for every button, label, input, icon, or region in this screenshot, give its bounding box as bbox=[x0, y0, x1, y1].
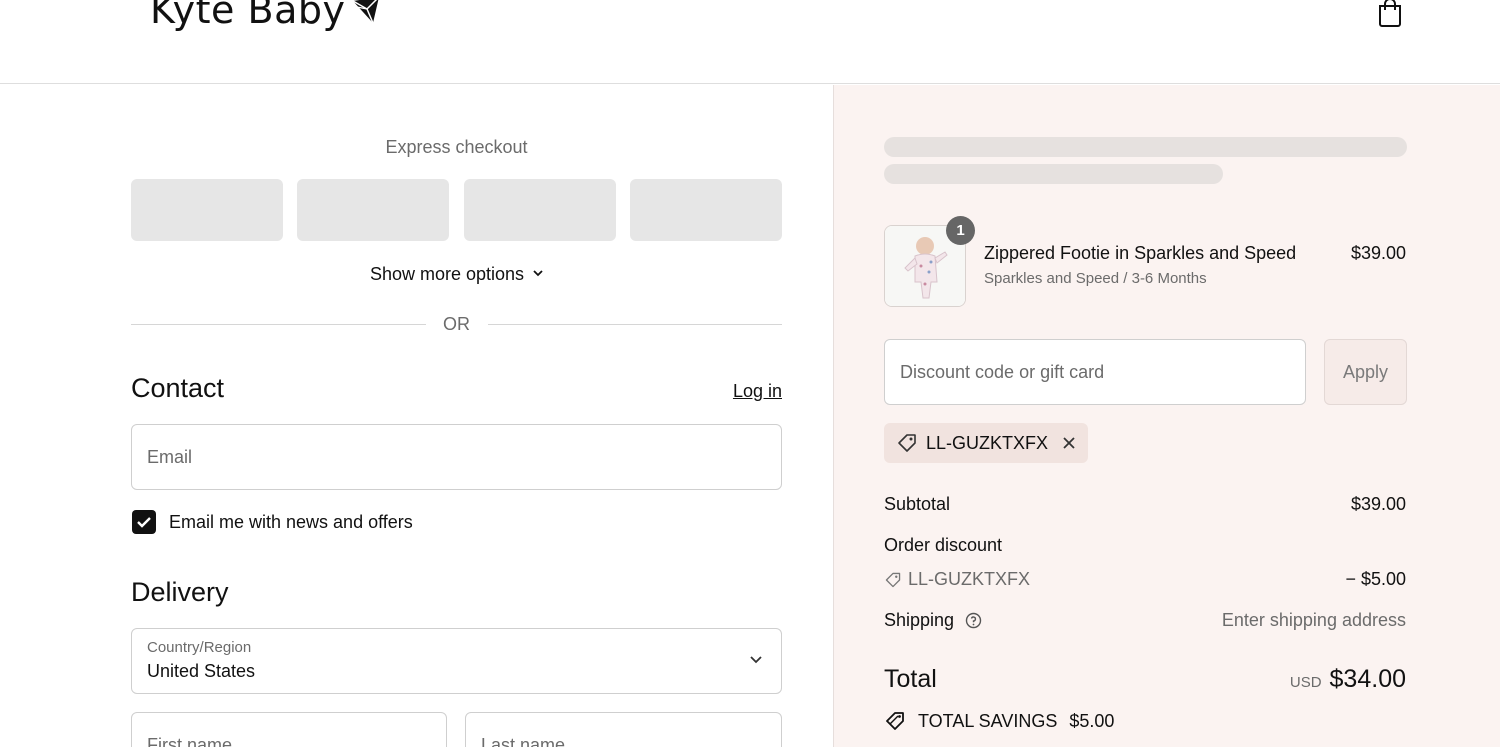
apply-discount-button[interactable]: Apply bbox=[1324, 339, 1407, 405]
remove-discount-close-icon[interactable] bbox=[1062, 436, 1076, 450]
tag-icon bbox=[898, 434, 916, 452]
applied-discount-chip: LL-GUZKTXFX bbox=[884, 423, 1089, 463]
chevron-down-icon bbox=[750, 656, 762, 664]
newsletter-checkbox[interactable] bbox=[132, 510, 156, 534]
subtotal-value: $39.00 bbox=[1350, 494, 1406, 514]
country-region-label: Country/Region bbox=[147, 639, 252, 656]
help-circle-icon[interactable] bbox=[965, 612, 982, 629]
first-name-field[interactable]: First name bbox=[131, 712, 447, 747]
total-value: $34.00 bbox=[1329, 665, 1406, 693]
applied-discount-code: LL-GUZKTXFX bbox=[926, 432, 1049, 453]
express-pay-button-3[interactable] bbox=[464, 179, 616, 241]
first-name-placeholder: First name bbox=[147, 735, 233, 747]
total-label: Total bbox=[884, 665, 937, 693]
total-currency: USD bbox=[1289, 674, 1322, 691]
log-in-link[interactable]: Log in bbox=[733, 381, 782, 402]
discount-placeholder: Discount code or gift card bbox=[900, 362, 1105, 382]
last-name-placeholder: Last name bbox=[481, 735, 566, 747]
country-region-select[interactable]: Country/Region United States bbox=[131, 628, 782, 694]
shopping-bag-icon[interactable] bbox=[1376, 0, 1404, 28]
checkout-form: Express checkout Show more options OR Co… bbox=[0, 85, 833, 747]
express-pay-button-1[interactable] bbox=[131, 179, 283, 241]
discount-code-field[interactable]: Discount code or gift card bbox=[884, 339, 1306, 405]
order-summary: 1 Zippered Footie in Sparkles and Speed … bbox=[833, 85, 1500, 747]
chevron-down-icon bbox=[533, 270, 543, 277]
loading-skeleton-line bbox=[884, 137, 1407, 157]
contact-heading: Contact bbox=[131, 373, 225, 403]
total-savings-value: $5.00 bbox=[1069, 710, 1115, 731]
brand-name: Kyte Baby bbox=[150, 0, 346, 32]
kite-logo-icon bbox=[353, 0, 379, 24]
shipping-row-label: Shipping bbox=[884, 610, 982, 631]
brand-logo[interactable]: Kyte Baby bbox=[150, 0, 381, 32]
savings-tag-icon bbox=[886, 712, 904, 730]
loading-skeleton-line bbox=[884, 164, 1223, 184]
total-amount: USD $34.00 bbox=[1290, 665, 1406, 694]
shipping-label: Shipping bbox=[884, 610, 955, 630]
show-more-label: Show more options bbox=[369, 264, 525, 284]
email-placeholder: Email bbox=[147, 447, 193, 467]
site-header: Kyte Baby bbox=[0, 0, 1500, 84]
express-pay-button-4[interactable] bbox=[630, 179, 782, 241]
total-savings-label: TOTAL SAVINGS bbox=[918, 710, 1058, 731]
last-name-field[interactable]: Last name bbox=[465, 712, 782, 747]
total-savings-row: TOTAL SAVINGS $5.00 bbox=[884, 709, 1114, 733]
checkmark-icon bbox=[137, 517, 151, 528]
show-more-options-button[interactable]: Show more options bbox=[131, 264, 782, 285]
shipping-value: Enter shipping address bbox=[1221, 610, 1406, 630]
order-discount-code: LL-GUZKTXFX bbox=[908, 569, 1031, 589]
divider-right bbox=[488, 324, 782, 325]
delivery-heading: Delivery bbox=[131, 577, 229, 607]
quantity-badge: 1 bbox=[946, 216, 975, 245]
order-discount-label: Order discount bbox=[884, 535, 1003, 555]
email-field[interactable]: Email bbox=[131, 424, 782, 490]
order-discount-value: − $5.00 bbox=[1345, 569, 1406, 589]
tag-icon bbox=[885, 572, 901, 587]
country-region-value: United States bbox=[147, 661, 256, 681]
product-name: Zippered Footie in Sparkles and Speed bbox=[984, 243, 1297, 263]
product-price: $39.00 bbox=[1350, 243, 1406, 263]
newsletter-label: Email me with news and offers bbox=[169, 512, 413, 532]
express-pay-button-2[interactable] bbox=[297, 179, 449, 241]
product-variant: Sparkles and Speed / 3-6 Months bbox=[984, 270, 1207, 287]
subtotal-label: Subtotal bbox=[884, 494, 951, 514]
express-checkout-title: Express checkout bbox=[385, 137, 528, 157]
order-discount-code-row: LL-GUZKTXFX bbox=[884, 569, 1030, 590]
